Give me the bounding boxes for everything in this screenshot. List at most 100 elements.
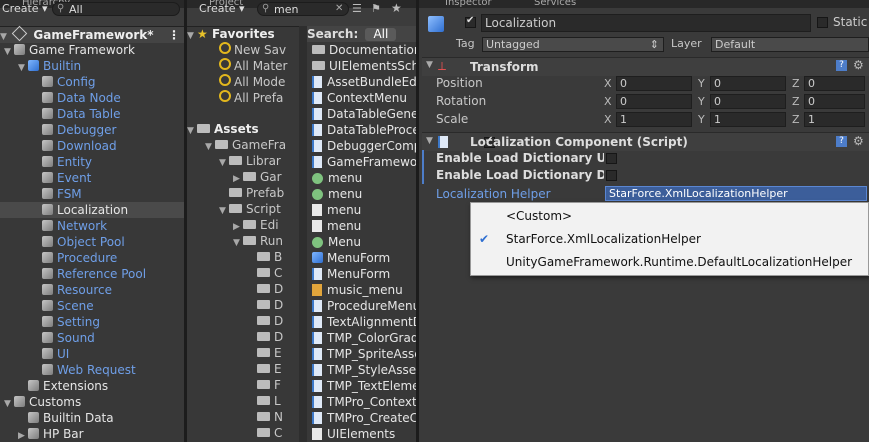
favorites-header[interactable]: ▼ ★ Favorites (187, 26, 299, 42)
transform-x-field[interactable]: 0 (616, 94, 692, 109)
tree-scrollbar[interactable] (299, 26, 307, 442)
asset-folder-item[interactable]: E (187, 361, 299, 377)
asset-folder-item[interactable]: ▼ GameFra (187, 137, 299, 153)
assets-header[interactable]: ▼ Assets (187, 121, 299, 137)
favorites-item[interactable]: New Sav (187, 42, 299, 58)
hierarchy-item[interactable]: FSM (0, 186, 184, 202)
favorite-star-icon[interactable]: ★ (391, 1, 402, 15)
chevron-down-icon[interactable]: ▼ (4, 44, 14, 58)
asset-folder-item[interactable]: D (187, 297, 299, 313)
asset-folder-item[interactable]: F (187, 377, 299, 393)
hierarchy-item[interactable]: Procedure (0, 250, 184, 266)
hierarchy-item[interactable]: Sound (0, 330, 184, 346)
hierarchy-item[interactable]: Data Table (0, 106, 184, 122)
search-result-item[interactable]: TMP_TextEleme (307, 378, 416, 394)
asset-folder-item[interactable]: L (187, 393, 299, 409)
search-result-item[interactable]: music_menu (307, 282, 416, 298)
hierarchy-create-button[interactable]: Create ▾ (0, 2, 50, 16)
search-result-item[interactable]: DataTableGene (307, 106, 416, 122)
transform-x-field[interactable]: 0 (616, 76, 692, 91)
hierarchy-item[interactable]: Scene (0, 298, 184, 314)
hierarchy-item[interactable]: Extensions (0, 378, 184, 394)
transform-z-field[interactable]: 0 (804, 94, 865, 109)
favorites-item[interactable]: All Mater (187, 58, 299, 74)
hierarchy-item[interactable]: UI (0, 346, 184, 362)
menu-item[interactable]: ✔ StarForce.XmlLocalizationHelper (471, 228, 868, 250)
asset-folder-item[interactable]: N (187, 409, 299, 425)
asset-folder-item[interactable]: C (187, 425, 299, 441)
search-result-item[interactable]: menu (307, 170, 416, 186)
hierarchy-item[interactable]: Web Request (0, 362, 184, 378)
hierarchy-item[interactable]: Localization (0, 202, 184, 218)
enable-load-up-checkbox[interactable] (606, 153, 617, 164)
search-result-item[interactable]: ProcedureMenu (307, 298, 416, 314)
search-by-type-icon[interactable]: ☰ (352, 2, 362, 15)
asset-folder-item[interactable]: ▼ Librar (187, 153, 299, 169)
favorites-item[interactable]: All Prefa (187, 90, 299, 106)
chevron-down-icon[interactable]: ▼ (219, 203, 229, 217)
hierarchy-item[interactable]: Builtin Data (0, 410, 184, 426)
search-result-item[interactable]: UIElements (307, 426, 416, 442)
search-result-item[interactable]: UIElementsSch (307, 58, 416, 74)
search-result-item[interactable]: TMP_ColorGrad (307, 330, 416, 346)
transform-z-field[interactable]: 0 (804, 76, 865, 91)
hierarchy-item[interactable]: Entity (0, 154, 184, 170)
hierarchy-item[interactable]: Data Node (0, 90, 184, 106)
layer-dropdown[interactable]: Default (711, 37, 869, 52)
hierarchy-item[interactable]: ▼ Builtin (0, 58, 184, 74)
chevron-down-icon[interactable]: ▼ (426, 136, 433, 146)
transform-x-field[interactable]: 1 (616, 112, 692, 127)
enable-load-de-checkbox[interactable] (606, 170, 617, 181)
search-result-item[interactable]: menu (307, 186, 416, 202)
transform-y-field[interactable]: 0 (710, 76, 786, 91)
component-header[interactable]: ▼ ✔ Localization Component (Script) ? ⚙ (422, 132, 869, 151)
search-scope-all[interactable]: All (365, 28, 397, 41)
asset-folder-item[interactable]: E (187, 345, 299, 361)
hierarchy-item[interactable]: Download (0, 138, 184, 154)
hierarchy-item[interactable]: ▼ Customs (0, 394, 184, 410)
search-result-item[interactable]: GameFramewo (307, 154, 416, 170)
asset-folder-item[interactable]: C (187, 265, 299, 281)
transform-header[interactable]: ▼ ⟂ Transform ? ⚙ (422, 57, 869, 76)
help-icon[interactable]: ? (836, 136, 847, 147)
search-result-item[interactable]: TMPro_CreateC (307, 410, 416, 426)
chevron-down-icon[interactable]: ▼ (426, 60, 433, 70)
search-result-item[interactable]: AssetBundleEdi (307, 74, 416, 90)
transform-z-field[interactable]: 1 (804, 112, 865, 127)
asset-folder-item[interactable]: ▼ Run (187, 233, 299, 249)
settings-icon[interactable]: ⚙ (853, 58, 864, 72)
search-by-label-icon[interactable]: ⚑ (371, 2, 381, 15)
search-result-item[interactable]: MenuForm (307, 266, 416, 282)
scene-header[interactable]: ▼ GameFramework* ⋮ (0, 25, 184, 43)
chevron-down-icon[interactable]: ▼ (205, 139, 215, 153)
settings-icon[interactable]: ⚙ (853, 134, 864, 148)
asset-folder-item[interactable]: ▶ Gar (187, 169, 299, 185)
hierarchy-item[interactable]: ▼ Game Framework (0, 42, 184, 58)
chevron-right-icon[interactable]: ▶ (18, 428, 28, 442)
search-result-item[interactable]: TMPro_Context (307, 394, 416, 410)
search-result-item[interactable]: menu (307, 202, 416, 218)
static-checkbox[interactable] (817, 17, 828, 28)
chevron-down-icon[interactable]: ▼ (18, 60, 28, 74)
hierarchy-item[interactable]: Resource (0, 282, 184, 298)
hierarchy-item[interactable]: Setting (0, 314, 184, 330)
asset-folder-item[interactable]: ▶ Edi (187, 217, 299, 233)
asset-folder-item[interactable]: D (187, 313, 299, 329)
help-icon[interactable]: ? (836, 60, 847, 71)
menu-item[interactable]: UnityGameFramework.Runtime.DefaultLocali… (471, 251, 868, 273)
hierarchy-item[interactable]: ▶ HP Bar (0, 426, 184, 442)
object-name-input[interactable]: Localization (481, 14, 811, 32)
tag-dropdown[interactable]: Untagged ⇕ (482, 37, 664, 52)
transform-y-field[interactable]: 1 (710, 112, 786, 127)
close-icon[interactable]: ✕ (335, 3, 343, 14)
search-result-item[interactable]: DataTableProce (307, 122, 416, 138)
chevron-down-icon[interactable]: ▼ (187, 28, 197, 42)
tab-services[interactable]: Services (534, 0, 594, 8)
hierarchy-item[interactable]: Network (0, 218, 184, 234)
menu-item[interactable]: <Custom> (471, 205, 868, 227)
hierarchy-item[interactable]: Debugger (0, 122, 184, 138)
chevron-right-icon[interactable]: ▶ (233, 171, 243, 185)
hierarchy-item[interactable]: Reference Pool (0, 266, 184, 282)
menu-icon[interactable]: ⋮ (168, 27, 180, 43)
asset-folder-item[interactable]: D (187, 329, 299, 345)
